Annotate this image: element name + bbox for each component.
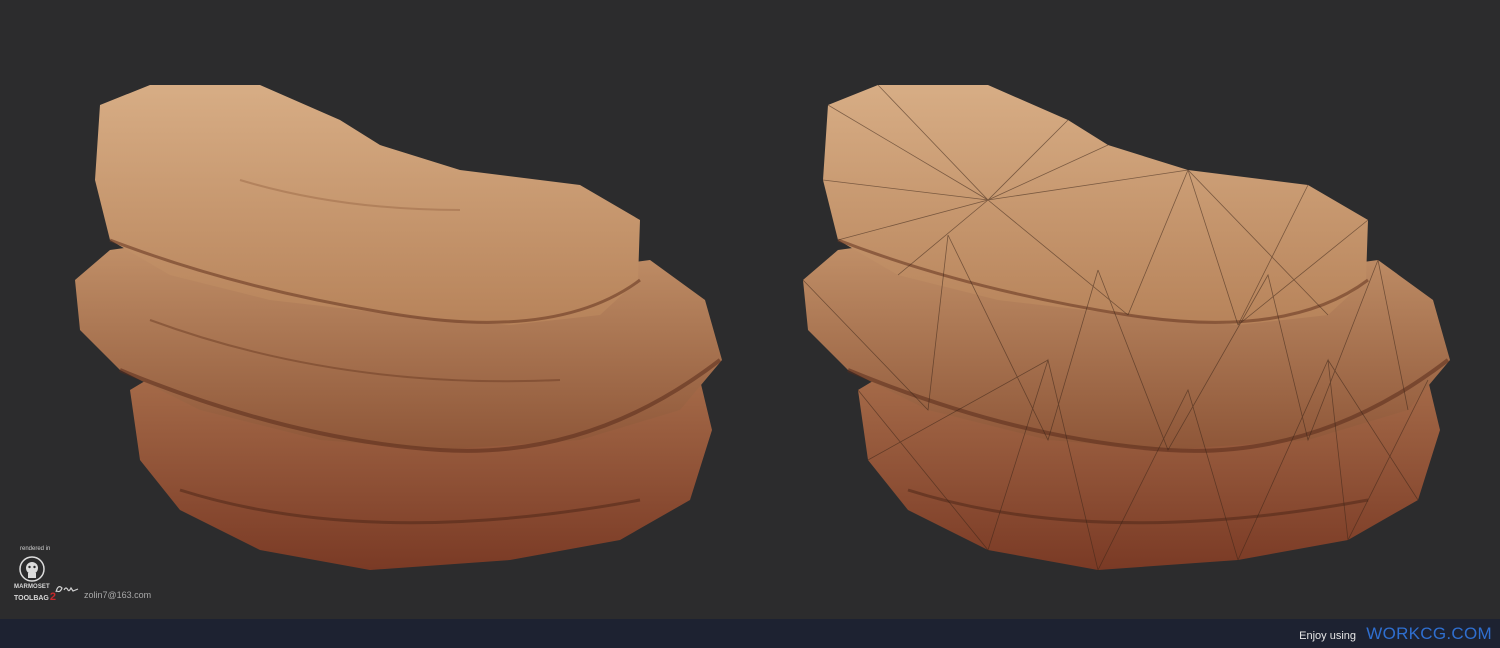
brand-name: MARMOSET [14, 584, 50, 590]
rendered-in-label: rendered in [20, 546, 51, 552]
marmoset-render-badge: rendered in MARMOSET TOOLBAG2 zolin7@163… [14, 546, 164, 606]
signature-icon [55, 586, 79, 593]
rock-render-wireframe [768, 60, 1468, 600]
footer-enjoy-text: Enjoy using [1299, 630, 1356, 642]
brand-product-name: TOOLBAG [14, 595, 49, 602]
footer-bar: Enjoy using WORKCG.COM [0, 619, 1500, 648]
rock-render-textured [40, 60, 740, 600]
render-canvas: rendered in MARMOSET TOOLBAG2 zolin7@163… [0, 0, 1500, 619]
brand-product: TOOLBAG2 [14, 591, 56, 603]
rock-wireframe-illustration [802, 84, 1450, 572]
footer-site-link[interactable]: WORKCG.COM [1366, 624, 1492, 644]
marmoset-logo-icon [19, 556, 45, 582]
rock-illustration [75, 85, 722, 570]
author-email: zolin7@163.com [84, 590, 152, 600]
